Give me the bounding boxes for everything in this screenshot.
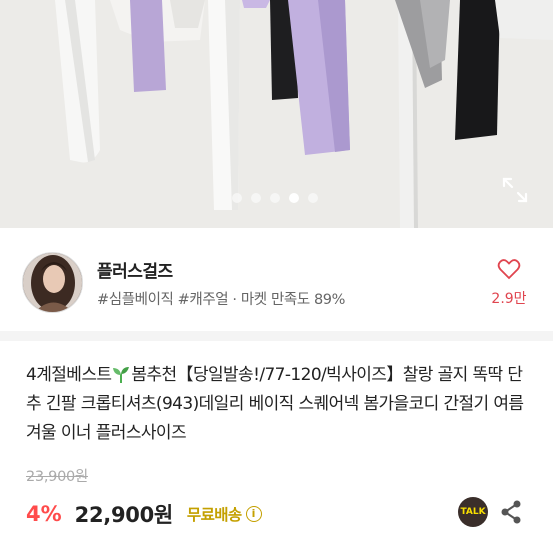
carousel-dot[interactable] — [270, 193, 280, 203]
seller-avatar[interactable] — [22, 252, 83, 313]
carousel-dot[interactable] — [232, 193, 242, 203]
kakao-talk-button[interactable]: TALK — [458, 497, 488, 527]
price-row: 4% 22,900원 무료배송 i — [26, 499, 262, 529]
like-count: 2.9만 — [491, 291, 527, 307]
free-shipping-label: 무료배송 — [186, 506, 242, 524]
carousel-indicator — [232, 193, 318, 203]
sprout-icon — [113, 367, 130, 383]
expand-icon[interactable] — [501, 176, 529, 204]
heart-outline-icon — [497, 259, 521, 280]
discount-rate: 4% — [26, 502, 62, 526]
product-title: 4계절베스트 봄추천【당일발송!/77-120/빅사이즈】찰랑 골지 똑딱 단추 … — [26, 361, 531, 448]
info-icon[interactable]: i — [245, 506, 262, 522]
like-button[interactable]: 2.9만 — [487, 258, 531, 308]
carousel-dot[interactable] — [251, 193, 261, 203]
sale-price: 22,900원 — [74, 503, 174, 527]
section-divider — [0, 331, 553, 341]
seller-name[interactable]: 플러스걸즈 — [97, 257, 173, 282]
product-image[interactable] — [0, 0, 553, 228]
seller-tags: #심플베이직 #캐주얼 · 마켓 만족도 89% — [97, 292, 346, 308]
original-price: 23,900원 — [26, 469, 88, 485]
carousel-dot-active[interactable] — [289, 193, 299, 203]
title-prefix: 4계절베스트 — [26, 365, 112, 385]
carousel-dot[interactable] — [308, 193, 318, 203]
share-icon[interactable] — [498, 499, 524, 525]
seller-info[interactable]: 플러스걸즈 #심플베이직 #캐주얼 · 마켓 만족도 89% 2.9만 — [0, 238, 553, 328]
